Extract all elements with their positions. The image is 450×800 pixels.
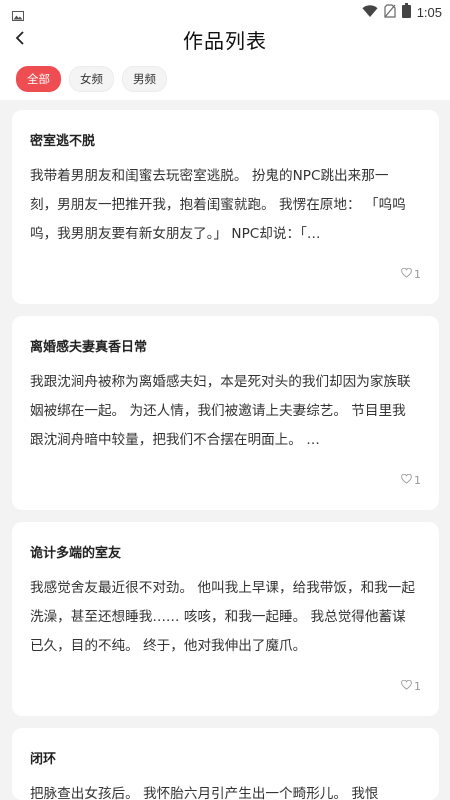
like-count-value: 1 bbox=[414, 474, 421, 487]
like-count-value: 1 bbox=[414, 268, 421, 281]
status-bar: 1:05 bbox=[0, 0, 450, 24]
work-title: 诡计多端的室友 bbox=[30, 546, 122, 561]
status-time: 1:05 bbox=[416, 4, 442, 20]
image-notification-icon bbox=[12, 6, 24, 21]
work-title: 密室逃不脱 bbox=[30, 134, 96, 149]
no-sim-icon bbox=[384, 3, 396, 22]
heart-icon bbox=[401, 267, 412, 281]
battery-icon bbox=[401, 2, 411, 22]
filter-chip-female[interactable]: 女频 bbox=[69, 66, 114, 92]
work-title: 离婚感夫妻真香日常 bbox=[30, 340, 148, 355]
work-card[interactable]: 诡计多端的室友 我感觉舍友最近很不对劲。 他叫我上早课，给我带饭，和我一起洗澡，… bbox=[12, 522, 439, 716]
like-count[interactable]: 1 bbox=[401, 473, 421, 487]
header: 作品列表 bbox=[0, 24, 450, 58]
work-excerpt: 我感觉舍友最近很不对劲。 他叫我上早课，给我带饭，和我一起洗澡，甚至还想睡我……… bbox=[30, 580, 415, 654]
work-card[interactable]: 密室逃不脱 我带着男朋友和闺蜜去玩密室逃脱。 扮鬼的NPC跳出来那一刻，男朋友一… bbox=[12, 110, 439, 304]
work-excerpt: 我带着男朋友和闺蜜去玩密室逃脱。 扮鬼的NPC跳出来那一刻，男朋友一把推开我，抱… bbox=[30, 168, 406, 242]
like-count[interactable]: 1 bbox=[401, 679, 421, 693]
filter-chip-all[interactable]: 全部 bbox=[16, 66, 61, 92]
heart-icon bbox=[401, 473, 412, 487]
filter-chip-male[interactable]: 男频 bbox=[122, 66, 167, 92]
work-card[interactable]: 闭环 把脉查出女孩后。 我怀胎六月引产生出一个畸形儿。 我恨 bbox=[12, 728, 439, 800]
like-count[interactable]: 1 bbox=[401, 267, 421, 281]
page-title: 作品列表 bbox=[183, 29, 267, 53]
wifi-icon bbox=[362, 3, 378, 22]
like-count-value: 1 bbox=[414, 680, 421, 693]
filter-chips: 全部 女频 男频 bbox=[16, 66, 167, 92]
work-title: 闭环 bbox=[30, 752, 57, 767]
heart-icon bbox=[401, 679, 412, 693]
filter-bar: 全部 女频 男频 bbox=[0, 58, 450, 100]
work-excerpt: 我跟沈涧舟被称为离婚感夫妇，本是死对头的我们却因为家族联姻被绑在一起。 为还人情… bbox=[30, 374, 411, 448]
work-excerpt: 把脉查出女孩后。 我怀胎六月引产生出一个畸形儿。 我恨 bbox=[30, 786, 379, 800]
work-card[interactable]: 离婚感夫妻真香日常 我跟沈涧舟被称为离婚感夫妇，本是死对头的我们却因为家族联姻被… bbox=[12, 316, 439, 510]
